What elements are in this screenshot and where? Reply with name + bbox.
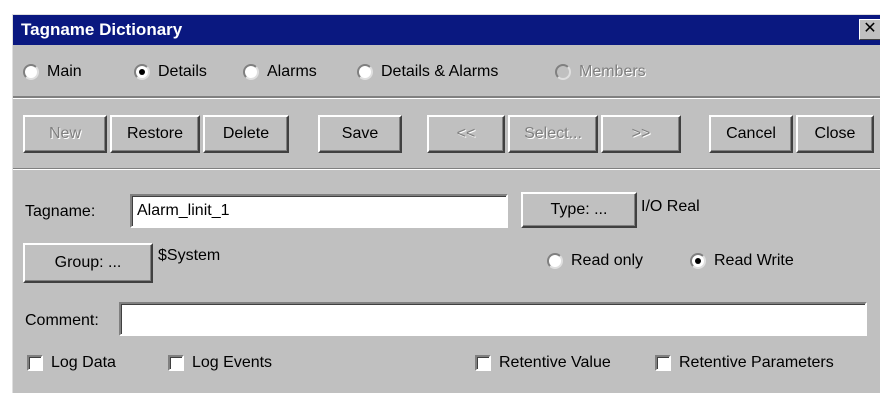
retentive-parameters-checkbox-box[interactable] <box>655 355 671 371</box>
comment-input[interactable] <box>119 302 867 336</box>
radio-details-indicator[interactable] <box>134 64 150 80</box>
type-button-label: Type: ... <box>550 201 608 218</box>
retentive-parameters-checkbox[interactable]: Retentive Parameters <box>655 354 834 372</box>
radio-members-label: Members <box>579 63 646 80</box>
delete-button[interactable]: Delete <box>203 115 289 153</box>
log-events-checkbox[interactable]: Log Events <box>168 354 272 372</box>
cancel-button[interactable]: Cancel <box>709 115 793 153</box>
restore-button-label: Restore <box>126 125 184 142</box>
cancel-button-label: Cancel <box>726 125 776 142</box>
radio-alarms-label: Alarms <box>267 63 317 80</box>
restore-button[interactable]: Restore <box>110 115 200 153</box>
new-button-label: New <box>48 125 81 142</box>
delete-button-label: Delete <box>222 125 270 142</box>
previous-button: << <box>427 115 505 153</box>
radio-members: Members <box>555 63 646 81</box>
radio-read-only-label: Read only <box>571 252 644 269</box>
save-button-label: Save <box>341 125 379 142</box>
type-value: I/O Real <box>641 198 700 215</box>
radio-read-write[interactable]: Read Write <box>690 252 794 270</box>
radio-read-write-label: Read Write <box>714 252 794 269</box>
group-button-label: Group: ... <box>54 254 122 271</box>
group-value: $System <box>158 247 221 264</box>
radio-alarms[interactable]: Alarms <box>243 63 317 81</box>
group-button[interactable]: Group: ... <box>23 243 153 283</box>
radio-details-label: Details <box>158 63 207 80</box>
tagname-input[interactable]: Alarm_linit_1 <box>130 194 508 228</box>
radio-main-label: Main <box>47 63 82 80</box>
close-icon[interactable]: ✕ <box>859 19 880 40</box>
radio-details-alarms[interactable]: Details & Alarms <box>357 63 498 81</box>
radio-details[interactable]: Details <box>134 63 207 81</box>
tagname-dictionary-dialog: Tagname Dictionary ✕ Main Details Alarms… <box>12 14 880 393</box>
next-button-label: >> <box>631 125 651 142</box>
radio-alarms-indicator[interactable] <box>243 64 259 80</box>
radio-read-write-indicator[interactable] <box>690 253 706 269</box>
next-button: >> <box>601 115 681 153</box>
select-button: Select... <box>508 115 598 153</box>
comment-label: Comment: <box>25 312 99 329</box>
log-data-checkbox[interactable]: Log Data <box>27 354 116 372</box>
save-button[interactable]: Save <box>318 115 402 153</box>
radio-details-alarms-indicator[interactable] <box>357 64 373 80</box>
radio-main-indicator[interactable] <box>23 64 39 80</box>
radio-read-only-indicator[interactable] <box>547 253 563 269</box>
retentive-value-checkbox-box[interactable] <box>475 355 491 371</box>
title-bar[interactable]: Tagname Dictionary ✕ <box>13 15 880 45</box>
retentive-value-checkbox[interactable]: Retentive Value <box>475 354 611 372</box>
tagname-label: Tagname: <box>25 203 96 220</box>
log-data-label: Log Data <box>51 354 116 371</box>
retentive-value-label: Retentive Value <box>499 354 611 371</box>
previous-button-label: << <box>456 125 476 142</box>
log-data-checkbox-box[interactable] <box>27 355 43 371</box>
radio-main[interactable]: Main <box>23 63 82 81</box>
new-button: New <box>23 115 107 153</box>
close-button-label: Close <box>814 125 856 142</box>
type-button[interactable]: Type: ... <box>521 192 637 228</box>
close-button[interactable]: Close <box>796 115 874 153</box>
radio-members-indicator <box>555 64 571 80</box>
retentive-parameters-label: Retentive Parameters <box>679 354 834 371</box>
radio-details-alarms-label: Details & Alarms <box>381 63 499 80</box>
radio-read-only[interactable]: Read only <box>547 252 643 270</box>
log-events-checkbox-box[interactable] <box>168 355 184 371</box>
window-title: Tagname Dictionary <box>21 20 183 39</box>
select-button-label: Select... <box>524 125 582 142</box>
log-events-label: Log Events <box>192 354 273 371</box>
